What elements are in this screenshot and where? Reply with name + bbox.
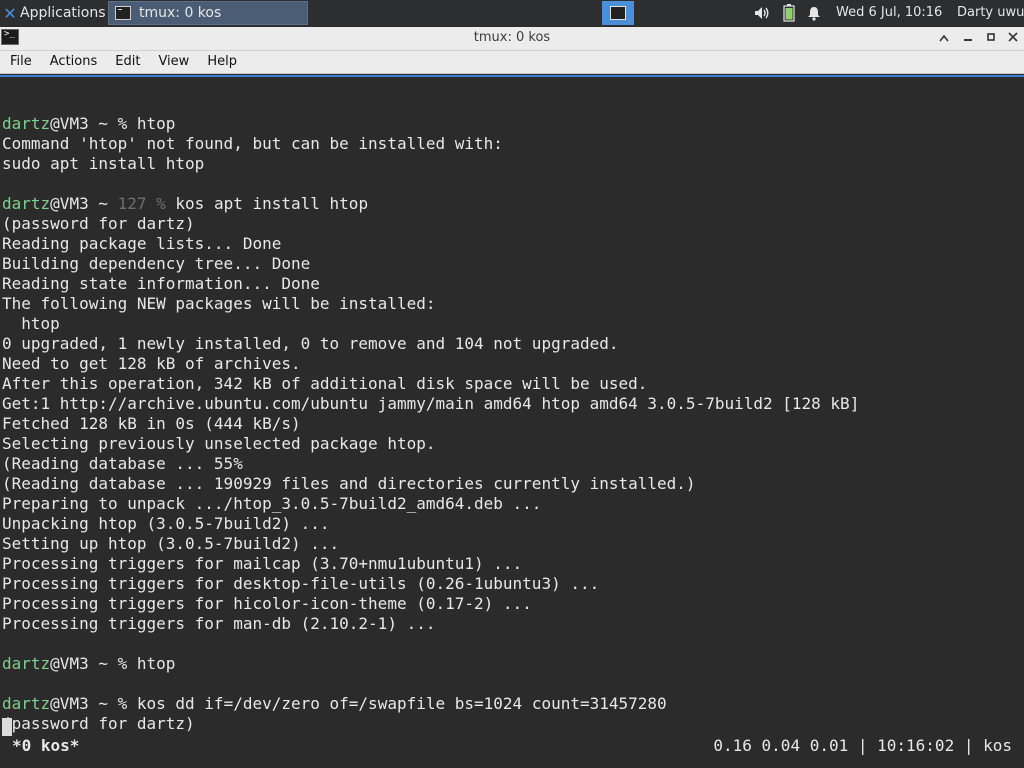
terminal-line: dartz@VM3 ~ 127 % kos apt install htop <box>2 194 859 214</box>
terminal-icon <box>610 6 626 20</box>
terminal-text: (password for dartz) <box>2 214 195 233</box>
window-title: tmux: 0 kos <box>473 30 551 45</box>
tmux-window-list[interactable]: *0 kos* <box>12 735 79 757</box>
terminal-line: Reading package lists... Done <box>2 234 859 254</box>
maximize-icon[interactable] <box>980 27 1002 49</box>
terminal-text: Preparing to unpack .../htop_3.0.5-7buil… <box>2 494 542 513</box>
applications-menu-button[interactable]: ✕ Applications <box>0 0 108 26</box>
prompt-user: dartz <box>2 114 51 133</box>
terminal-text: @VM3 ~ % htop <box>50 654 176 673</box>
terminal-text: Processing triggers for man-db (2.10.2-1… <box>2 614 436 633</box>
terminal-line: Processing triggers for man-db (2.10.2-1… <box>2 614 859 634</box>
menu-file[interactable]: File <box>0 52 41 72</box>
terminal-line: Command 'htop' not found, but can be ins… <box>2 134 859 154</box>
menu-view[interactable]: View <box>149 52 198 72</box>
terminal-area[interactable]: dartz@VM3 ~ % htop Command 'htop' not fou… <box>0 75 1024 768</box>
user-menu[interactable]: Darty uwu <box>957 0 1024 26</box>
top-panel: ✕ Applications tmux: 0 kos Wed 6 Jul, 10… <box>0 0 1024 26</box>
minimize-icon[interactable] <box>957 27 979 49</box>
notification-bell-icon[interactable] <box>804 0 824 26</box>
terminal-text: sudo apt install htop <box>2 154 205 173</box>
terminal-line: Building dependency tree... Done <box>2 254 859 274</box>
terminal-line: Processing triggers for desktop-file-uti… <box>2 574 859 594</box>
terminal-text: Reading state information... Done <box>2 274 320 293</box>
terminal-text: Processing triggers for hicolor-icon-the… <box>2 594 532 613</box>
terminal-text: Building dependency tree... Done <box>2 254 311 273</box>
terminal-text: Command 'htop' not found, but can be ins… <box>2 134 503 153</box>
terminal-text: Fetched 128 kB in 0s (444 kB/s) <box>2 414 301 433</box>
terminal-text: (Reading database ... 190929 files and d… <box>2 474 696 493</box>
window-titlebar[interactable]: >_ tmux: 0 kos <box>0 27 1024 51</box>
prompt-user: dartz <box>2 654 51 673</box>
terminal-line: Processing triggers for hicolor-icon-the… <box>2 594 859 614</box>
terminal-line: Unpacking htop (3.0.5-7build2) ... <box>2 514 859 534</box>
menu-bar: File Actions Edit View Help <box>0 51 1024 74</box>
tmux-status-bar: *0 kos* 0.16 0.04 0.01 | 10:16:02 | kos <box>0 735 1024 757</box>
menu-actions[interactable]: Actions <box>41 52 107 72</box>
terminal-text: Processing triggers for desktop-file-uti… <box>2 574 600 593</box>
applications-label: Applications <box>20 5 106 21</box>
terminal-line: Fetched 128 kB in 0s (444 kB/s) <box>2 414 859 434</box>
terminal-text: 0 upgraded, 1 newly installed, 0 to remo… <box>2 334 619 353</box>
terminal-line: After this operation, 342 kB of addition… <box>2 374 859 394</box>
battery-icon[interactable] <box>779 0 799 26</box>
terminal-text: (password for dartz) <box>2 714 195 733</box>
terminal-text: The following NEW packages will be insta… <box>2 294 436 313</box>
workspace-switcher[interactable] <box>602 1 634 25</box>
terminal-line: dartz@VM3 ~ % htop <box>2 114 859 134</box>
terminal-text: Selecting previously unselected package … <box>2 434 436 453</box>
taskbar-window-button[interactable]: tmux: 0 kos <box>108 1 308 25</box>
xfce-logo-icon: ✕ <box>3 3 17 23</box>
close-icon[interactable] <box>1002 27 1024 49</box>
terminal-text: kos apt install htop <box>165 194 369 213</box>
terminal-text: After this operation, 342 kB of addition… <box>2 374 648 393</box>
shade-icon[interactable] <box>933 27 955 49</box>
prompt-user: dartz <box>2 194 51 213</box>
terminal-line: sudo apt install htop <box>2 154 859 174</box>
terminal-line: Need to get 128 kB of archives. <box>2 354 859 374</box>
terminal-text: Unpacking htop (3.0.5-7build2) ... <box>2 514 330 533</box>
terminal-text: Setting up htop (3.0.5-7build2) ... <box>2 534 340 553</box>
terminal-text: (Reading database ... 55% <box>2 454 243 473</box>
taskbar-window-label: tmux: 0 kos <box>139 5 222 21</box>
prompt-user: dartz <box>2 694 51 713</box>
terminal-text: Get:1 http://archive.ubuntu.com/ubuntu j… <box>2 394 860 413</box>
terminal-line: (password for dartz) <box>2 714 859 734</box>
terminal-line: Selecting previously unselected package … <box>2 434 859 454</box>
terminal-line: (password for dartz) <box>2 214 859 234</box>
terminal-line: The following NEW packages will be insta… <box>2 294 859 314</box>
tmux-status-right: 0.16 0.04 0.01 | 10:16:02 | kos <box>713 736 1012 755</box>
terminal-text: Need to get 128 kB of archives. <box>2 354 301 373</box>
terminal-text: Reading package lists... Done <box>2 234 282 253</box>
terminal-line: Setting up htop (3.0.5-7build2) ... <box>2 534 859 554</box>
menu-edit[interactable]: Edit <box>106 52 149 72</box>
terminal-icon <box>115 6 131 20</box>
terminal-line: dartz@VM3 ~ % kos dd if=/dev/zero of=/sw… <box>2 694 859 714</box>
terminal-text: @VM3 ~ % kos dd if=/dev/zero of=/swapfil… <box>50 694 667 713</box>
terminal-text: @VM3 ~ % htop <box>50 114 176 133</box>
terminal-line: (Reading database ... 190929 files and d… <box>2 474 859 494</box>
terminal-text: Processing triggers for mailcap (3.70+nm… <box>2 554 523 573</box>
terminal-line: Get:1 http://archive.ubuntu.com/ubuntu j… <box>2 394 859 414</box>
clock[interactable]: Wed 6 Jul, 10:16 <box>836 0 942 26</box>
terminal-line: 0 upgraded, 1 newly installed, 0 to remo… <box>2 334 859 354</box>
terminal-line: Reading state information... Done <box>2 274 859 294</box>
terminal-cursor <box>2 718 12 736</box>
terminal-text: @VM3 ~ <box>50 194 118 213</box>
terminal-line: (Reading database ... 55% <box>2 454 859 474</box>
terminal-line: Processing triggers for mailcap (3.70+nm… <box>2 554 859 574</box>
terminal-line: Preparing to unpack .../htop_3.0.5-7buil… <box>2 494 859 514</box>
prompt-exit-code: 127 % <box>117 194 166 213</box>
terminal-line: htop <box>2 314 859 334</box>
terminal-output: dartz@VM3 ~ % htop Command 'htop' not fou… <box>2 94 859 734</box>
volume-icon[interactable] <box>752 0 772 26</box>
menu-help[interactable]: Help <box>198 52 246 72</box>
terminal-line: dartz@VM3 ~ % htop <box>2 654 859 674</box>
terminal-text: htop <box>2 314 60 333</box>
